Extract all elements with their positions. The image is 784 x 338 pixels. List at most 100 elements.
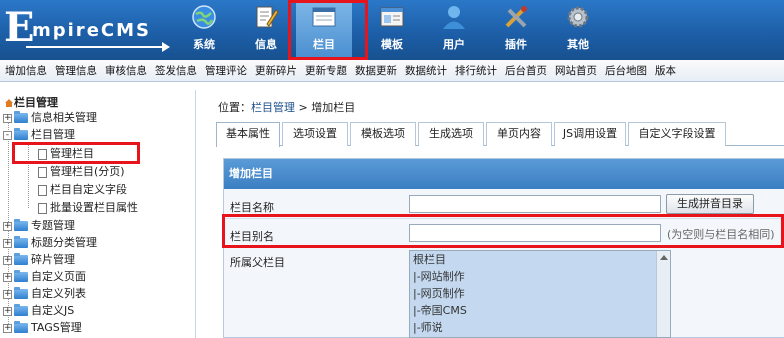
tab-js-call-settings[interactable]: JS调用设置 <box>554 122 626 146</box>
sidebar-title: 栏目管理 <box>4 94 58 110</box>
select-option[interactable]: |-帝国CMS <box>410 302 670 319</box>
sidebar-item-label: 自定义页面 <box>31 270 86 283</box>
sidebar-item-label: 栏目自定义字段 <box>50 183 127 196</box>
toolbar-link[interactable]: 版本 <box>652 60 679 81</box>
gear-icon <box>567 6 589 28</box>
toolbar-link[interactable]: 后台地图 <box>602 60 650 81</box>
scroll-up-arrow-icon[interactable] <box>660 255 668 260</box>
nav-other[interactable]: 其他 <box>550 0 606 58</box>
nav-user[interactable]: 用户 <box>426 0 482 58</box>
toolbar-link[interactable]: 排行统计 <box>452 60 500 81</box>
expand-icon[interactable]: + <box>3 221 12 231</box>
sidebar-item-custom-js[interactable]: + 自定义JS <box>3 303 74 319</box>
toolbar-link[interactable]: 后台首页 <box>502 60 550 81</box>
sidebar-item-custom-list[interactable]: + 自定义列表 <box>3 286 86 302</box>
home-icon <box>5 99 13 107</box>
sidebar: 栏目管理 + 信息相关管理 - 栏目管理 管理栏目 管理栏目(分页) 栏目自定义字段… <box>0 90 196 338</box>
folder-icon <box>14 304 28 316</box>
sidebar-item-fragment[interactable]: + 碎片管理 <box>3 252 75 268</box>
nav-column[interactable]: 栏目 <box>296 0 352 58</box>
folder-icon <box>14 321 28 333</box>
sidebar-item-manage-column-paged[interactable]: 管理栏目(分页) <box>38 164 125 180</box>
tab-basic-properties[interactable]: 基本属性 <box>216 122 280 147</box>
sidebar-item-column-custom-fields[interactable]: 栏目自定义字段 <box>38 182 127 198</box>
breadcrumb-current: 增加栏目 <box>311 101 356 114</box>
expand-icon[interactable]: + <box>3 323 12 333</box>
column-name-input[interactable] <box>409 195 661 213</box>
tab-template-options[interactable]: 模板选项 <box>350 122 416 146</box>
tab-option-settings[interactable]: 选项设置 <box>282 122 348 146</box>
toolbar-link[interactable]: 数据更新 <box>352 60 400 81</box>
toolbar-link[interactable]: 签发信息 <box>152 60 200 81</box>
tab-bar: 基本属性 选项设置 模板选项 生成选项 单页内容 JS调用设置 自定义字段设置 <box>216 122 784 147</box>
expand-icon[interactable]: + <box>3 272 12 282</box>
sidebar-item-topic[interactable]: + 专题管理 <box>3 218 75 234</box>
tab-single-page-content[interactable]: 单页内容 <box>486 122 552 146</box>
sidebar-title-text: 栏目管理 <box>14 96 58 109</box>
toolbar-link[interactable]: 增加信息 <box>2 60 50 81</box>
quick-toolbar: 增加信息 管理信息 审核信息 签发信息 管理评论 更新碎片 更新专题 数据更新 数据统计 排行统计… <box>0 60 784 82</box>
sidebar-item-label: TAGS管理 <box>31 321 82 334</box>
nav-plugin[interactable]: 插件 <box>488 0 544 58</box>
expand-icon[interactable]: + <box>3 306 12 316</box>
row-divider <box>224 218 784 219</box>
nav-template[interactable]: 模板 <box>364 0 420 58</box>
breadcrumb-link[interactable]: 栏目管理 <box>251 101 295 114</box>
nav-label: 其他 <box>567 38 589 51</box>
generate-pinyin-button[interactable]: 生成拼音目录 <box>666 194 754 214</box>
expand-icon[interactable]: + <box>3 289 12 299</box>
sidebar-item-label: 碎片管理 <box>31 253 75 266</box>
sidebar-item-tags[interactable]: + TAGS管理 <box>3 320 82 336</box>
logo-arrow <box>26 42 170 52</box>
collapse-icon[interactable]: - <box>3 130 12 140</box>
select-option[interactable]: 根栏目 <box>410 251 670 268</box>
column-name-label: 栏目名称 <box>230 201 274 214</box>
nav-system[interactable]: 系统 <box>176 0 232 58</box>
nav-label: 模板 <box>381 38 403 51</box>
tab-generate-options[interactable]: 生成选项 <box>418 122 484 146</box>
folder-icon <box>14 111 28 123</box>
logo-big-letter: E <box>4 4 35 51</box>
select-option[interactable]: |-师说 <box>410 319 670 336</box>
nav-label: 插件 <box>505 38 527 51</box>
sidebar-item-label: 自定义JS <box>31 304 75 317</box>
column-alias-input[interactable] <box>409 224 661 242</box>
folder-open-icon <box>14 128 28 140</box>
expand-icon[interactable]: + <box>3 255 12 265</box>
alias-hint: (为空则与栏目名相同) <box>667 228 775 241</box>
sidebar-item-batch-column-settings[interactable]: 批量设置栏目属性 <box>38 200 138 216</box>
toolbar-link[interactable]: 更新专题 <box>302 60 350 81</box>
sidebar-item-manage-column[interactable]: 管理栏目 <box>38 146 94 162</box>
listbox-scrollbar[interactable] <box>656 251 670 337</box>
parent-column-label: 所属父栏目 <box>230 256 285 269</box>
sidebar-item-column-manage[interactable]: - 栏目管理 <box>3 127 75 143</box>
toolbar-link[interactable]: 网站首页 <box>552 60 600 81</box>
sidebar-item-custom-page[interactable]: + 自定义页面 <box>3 269 86 285</box>
toolbar-link[interactable]: 审核信息 <box>102 60 150 81</box>
sidebar-item-label: 栏目管理 <box>31 128 75 141</box>
expand-icon[interactable]: + <box>3 238 12 248</box>
nav-info[interactable]: 信息 <box>238 0 294 58</box>
breadcrumb: 位置：栏目管理 > 增加栏目 <box>218 99 355 115</box>
parent-column-select[interactable]: 根栏目 |-网站制作 |-网页制作 |-帝国CMS |-师说 <box>409 250 671 338</box>
expand-icon[interactable]: + <box>3 113 12 123</box>
select-option[interactable]: |-网页制作 <box>410 285 670 302</box>
select-option[interactable]: |-网站制作 <box>410 268 670 285</box>
page-icon <box>38 184 47 196</box>
tab-custom-fields[interactable]: 自定义字段设置 <box>628 122 726 146</box>
sidebar-item-label: 专题管理 <box>31 219 75 232</box>
document-edit-icon <box>256 6 279 28</box>
page-icon <box>38 202 47 214</box>
toolbar-link[interactable]: 数据统计 <box>402 60 450 81</box>
window-column-icon <box>312 7 336 27</box>
sidebar-item-info[interactable]: + 信息相关管理 <box>3 110 97 126</box>
empirecms-logo: E mpireCMS <box>4 8 174 54</box>
row-divider <box>224 247 784 248</box>
sidebar-item-title-category[interactable]: + 标题分类管理 <box>3 235 97 251</box>
toolbar-link[interactable]: 管理评论 <box>202 60 250 81</box>
toolbar-link[interactable]: 更新碎片 <box>252 60 300 81</box>
tools-icon <box>505 6 527 28</box>
folder-icon <box>14 270 28 282</box>
toolbar-link[interactable]: 管理信息 <box>52 60 100 81</box>
folder-icon <box>14 253 28 265</box>
